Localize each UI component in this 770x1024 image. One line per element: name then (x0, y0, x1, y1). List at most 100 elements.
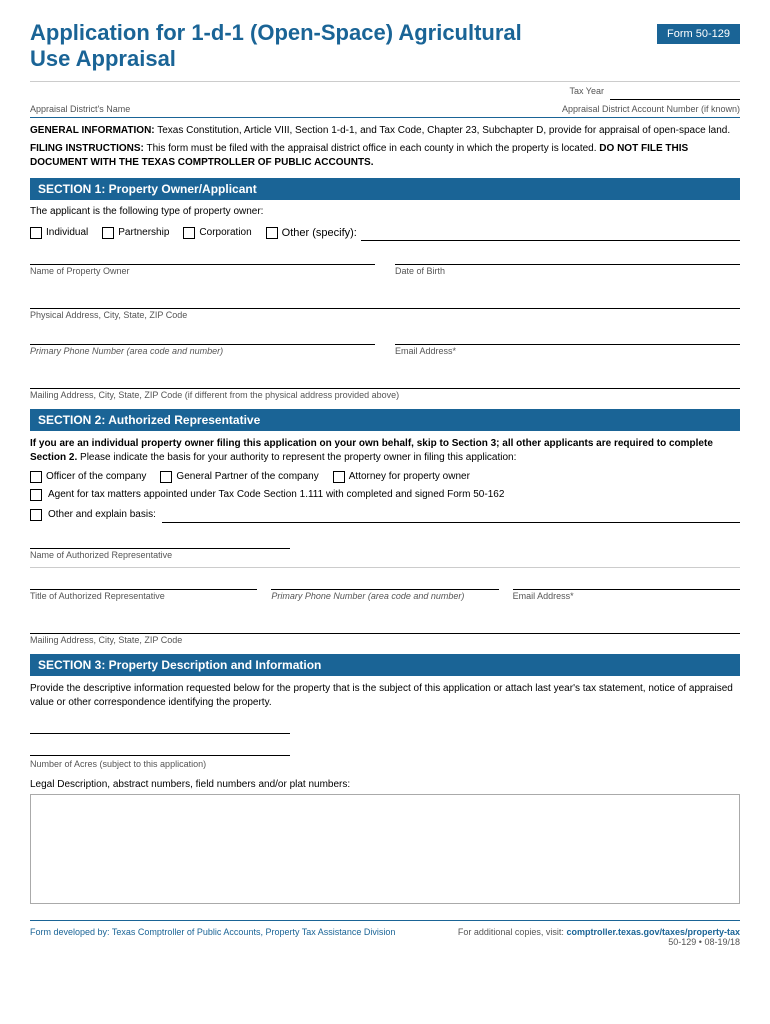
dob-label: Date of Birth (395, 266, 445, 276)
rep-phone-input[interactable] (271, 574, 498, 590)
email-input[interactable] (395, 329, 740, 345)
legal-desc-label: Legal Description, abstract numbers, fie… (30, 779, 350, 790)
partnership-label: Partnership (118, 227, 169, 238)
general-partner-label: General Partner of the company (176, 471, 318, 482)
other-specify-input[interactable] (361, 225, 740, 241)
phone-field: Primary Phone Number (area code and numb… (30, 329, 375, 357)
owner-name-label: Name of Property Owner (30, 266, 130, 276)
footer-left-text: Form developed by: Texas Comptroller of … (30, 927, 395, 947)
corporation-option: Corporation (183, 227, 251, 239)
footer-form-ref: 50-129 • 08-19/18 (458, 937, 740, 947)
other-label: Other (specify): (282, 227, 357, 239)
other-option: Other (specify): (266, 225, 740, 241)
form-number-badge: Form 50-129 (657, 24, 740, 44)
page-title: Application for 1-d-1 (Open-Space) Agric… (30, 20, 522, 73)
rep-mailing-label: Mailing Address, City, State, ZIP Code (30, 635, 182, 645)
footer-right: For additional copies, visit: comptrolle… (458, 927, 740, 947)
dob-input[interactable] (395, 249, 740, 265)
rep-title-phone-email-row: Title of Authorized Representative Prima… (30, 574, 740, 610)
other-explain-label: Other and explain basis: (48, 509, 156, 520)
rep-mailing-input[interactable] (30, 618, 740, 634)
district-row: Appraisal District's Name Appraisal Dist… (30, 104, 740, 118)
mailing-address-input[interactable] (30, 373, 740, 389)
rep-email-field: Email Address* (513, 574, 740, 602)
partnership-option: Partnership (102, 227, 169, 239)
page-footer: Form developed by: Texas Comptroller of … (30, 920, 740, 947)
owner-type-row: The applicant is the following type of p… (30, 206, 740, 217)
rep-email-input[interactable] (513, 574, 740, 590)
other-explain-checkbox[interactable] (30, 509, 42, 521)
attorney-checkbox[interactable] (333, 471, 345, 483)
rep-title-field: Title of Authorized Representative (30, 574, 257, 602)
corporation-checkbox[interactable] (183, 227, 195, 239)
mailing-address-field: Mailing Address, City, State, ZIP Code (… (30, 373, 740, 401)
rep-email-label: Email Address* (513, 591, 574, 601)
legal-desc-field: Legal Description, abstract numbers, fie… (30, 778, 740, 904)
district-account-label: Appraisal District Account Number (if kn… (562, 104, 740, 114)
rep-title-input[interactable] (30, 574, 257, 590)
attorney-option: Attorney for property owner (333, 471, 470, 483)
officer-option: Officer of the company (30, 471, 146, 483)
individual-option: Individual (30, 227, 88, 239)
physical-address-field: Physical Address, City, State, ZIP Code (30, 293, 740, 321)
physical-address-label: Physical Address, City, State, ZIP Code (30, 310, 187, 320)
agent-row: Agent for tax matters appointed under Ta… (30, 489, 740, 501)
section2-header: SECTION 2: Authorized Representative (30, 409, 740, 431)
officer-label: Officer of the company (46, 471, 146, 482)
acres-field-group: Number of Acres (subject to this applica… (30, 740, 740, 770)
tax-year-row: Tax Year (30, 86, 740, 100)
agent-checkbox[interactable] (30, 489, 42, 501)
agent-label: Agent for tax matters appointed under Ta… (48, 489, 504, 500)
property-id-field (30, 718, 740, 734)
header-divider (30, 81, 740, 82)
rep-title-label: Title of Authorized Representative (30, 591, 165, 601)
acres-label: Number of Acres (subject to this applica… (30, 759, 206, 769)
section3-header: SECTION 3: Property Description and Info… (30, 654, 740, 676)
owner-name-input[interactable] (30, 249, 375, 265)
individual-checkbox[interactable] (30, 227, 42, 239)
mailing-address-label: Mailing Address, City, State, ZIP Code (… (30, 390, 399, 400)
individual-label: Individual (46, 227, 88, 238)
footer-right-text: For additional copies, visit: (458, 927, 567, 937)
phone-input[interactable] (30, 329, 375, 345)
other-checkbox[interactable] (266, 227, 278, 239)
page-header: Application for 1-d-1 (Open-Space) Agric… (30, 20, 740, 73)
rep-name-label: Name of Authorized Representative (30, 550, 172, 560)
section2-intro: If you are an individual property owner … (30, 437, 740, 465)
email-field: Email Address* (395, 329, 740, 357)
section1-header: SECTION 1: Property Owner/Applicant (30, 178, 740, 200)
general-partner-checkbox[interactable] (160, 471, 172, 483)
tax-year-label: Tax Year (569, 86, 604, 100)
rep-mailing-field: Mailing Address, City, State, ZIP Code (30, 618, 740, 646)
filing-instructions: FILING INSTRUCTIONS: This form must be f… (30, 142, 740, 170)
owner-name-field: Name of Property Owner (30, 249, 375, 277)
rep-divider (30, 567, 740, 568)
footer-link[interactable]: comptroller.texas.gov/taxes/property-tax (566, 927, 740, 937)
legal-desc-input[interactable] (30, 794, 740, 904)
general-info: GENERAL INFORMATION: Texas Constitution,… (30, 124, 740, 138)
corporation-label: Corporation (199, 227, 251, 238)
property-id-input[interactable] (30, 718, 290, 734)
attorney-label: Attorney for property owner (349, 471, 470, 482)
acres-input[interactable] (30, 740, 290, 756)
owner-type-label: The applicant is the following type of p… (30, 206, 263, 217)
owner-checkboxes: Individual Partnership Corporation Other… (30, 225, 740, 241)
physical-address-input[interactable] (30, 293, 740, 309)
rep-name-field: Name of Authorized Representative (30, 533, 740, 561)
rep-phone-field: Primary Phone Number (area code and numb… (271, 574, 498, 602)
authority-row: Officer of the company General Partner o… (30, 471, 740, 483)
rep-name-input[interactable] (30, 533, 290, 549)
other-explain-input[interactable] (162, 507, 740, 523)
dob-field: Date of Birth (395, 249, 740, 277)
tax-year-input[interactable] (610, 86, 740, 100)
other-explain-row: Other and explain basis: (30, 507, 740, 523)
email-label: Email Address* (395, 346, 456, 356)
officer-checkbox[interactable] (30, 471, 42, 483)
general-partner-option: General Partner of the company (160, 471, 318, 483)
phone-label: Primary Phone Number (area code and numb… (30, 346, 223, 356)
partnership-checkbox[interactable] (102, 227, 114, 239)
phone-email-row: Primary Phone Number (area code and numb… (30, 329, 740, 365)
name-dob-row: Name of Property Owner Date of Birth (30, 249, 740, 285)
section3-intro: Provide the descriptive information requ… (30, 682, 740, 710)
district-name-label: Appraisal District's Name (30, 104, 130, 114)
